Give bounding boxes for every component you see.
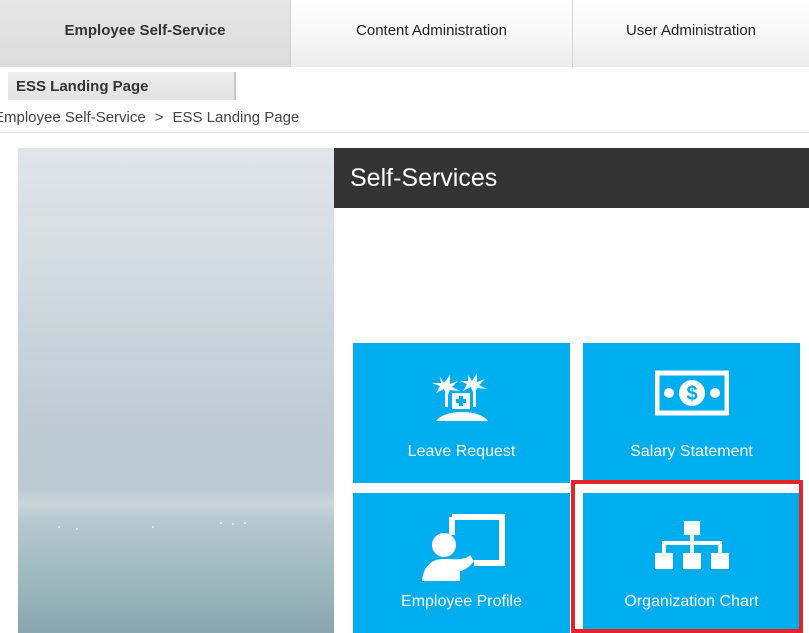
sea-background-image: [18, 148, 334, 633]
breadcrumb-item-ess-landing-page[interactable]: ESS Landing Page: [173, 109, 300, 126]
tile-label: Salary Statement: [630, 443, 753, 460]
person-presentation-icon: [421, 514, 505, 581]
panel-title: Self-Services: [350, 164, 498, 192]
boat-dot: [232, 523, 234, 525]
tile-label: Leave Request: [407, 443, 516, 460]
top-tab-bar: Employee Self-Service Content Administra…: [0, 0, 809, 67]
tab-user-administration[interactable]: User Administration: [573, 0, 809, 67]
svg-text:$: $: [686, 383, 697, 405]
boat-dot: [244, 522, 246, 524]
breadcrumb-separator: >: [154, 109, 164, 126]
boat-dot: [220, 522, 222, 524]
leave-request-tile[interactable]: Leave Request: [353, 343, 570, 483]
self-services-header: Self-Services: [334, 148, 809, 208]
tab-label: Content Administration: [356, 22, 507, 39]
boat-dot: [152, 526, 154, 528]
employee-profile-tile[interactable]: Employee Profile: [353, 493, 570, 633]
breadcrumb-item-employee-self-service[interactable]: Employee Self-Service: [0, 109, 146, 126]
organization-chart-tile[interactable]: Organization Chart: [583, 493, 800, 633]
tab-label: User Administration: [625, 22, 757, 39]
tab-content-administration[interactable]: Content Administration: [291, 0, 573, 67]
money-bill-icon: $: [654, 370, 729, 416]
salary-statement-tile[interactable]: $ Salary Statement: [583, 343, 800, 483]
tab-employee-self-service[interactable]: Employee Self-Service: [0, 0, 291, 67]
breadcrumb: Employee Self-Service > ESS Landing Page: [0, 103, 809, 133]
boat-dot: [58, 526, 60, 528]
sub-navigation: ESS Landing Page: [0, 67, 809, 101]
palm-trees-plus-icon: [431, 373, 488, 421]
tab-label: Employee Self-Service: [64, 22, 226, 39]
horizon: [18, 488, 334, 518]
org-chart-icon: [654, 521, 729, 569]
boat-dot: [76, 528, 78, 530]
tile-label: Organization Chart: [624, 593, 759, 610]
subnav-ess-landing-page[interactable]: ESS Landing Page: [8, 72, 236, 100]
tile-label: Employee Profile: [401, 593, 522, 610]
